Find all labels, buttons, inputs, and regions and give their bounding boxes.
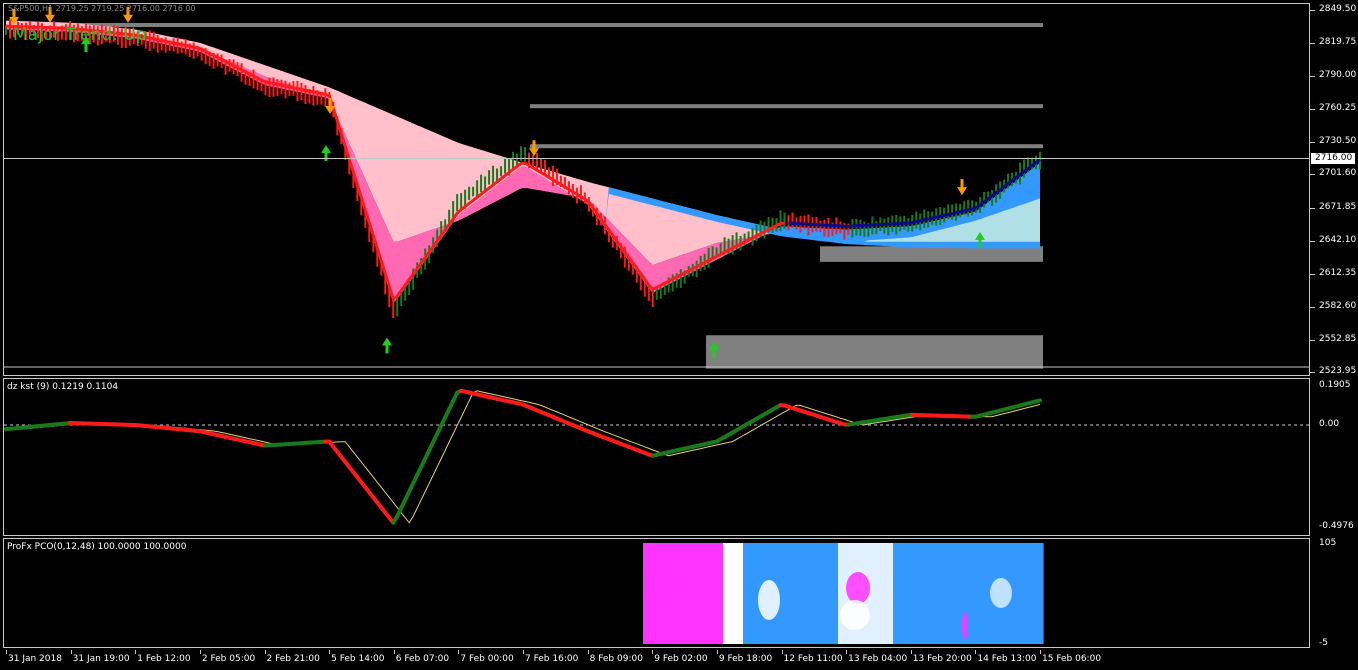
heatmap-cell xyxy=(898,543,904,644)
heatmap-cell xyxy=(968,543,974,644)
resistance-line xyxy=(530,144,1043,149)
pco-tick-label: 105 xyxy=(1319,538,1337,548)
chart-title: S&P500,H1 2719.25 2719.25 2716.00 2716.0… xyxy=(8,4,196,13)
heatmap-cell xyxy=(1033,543,1039,644)
support-zone xyxy=(706,335,1043,369)
chart-canvas[interactable] xyxy=(0,0,1358,670)
time-tick-label: 2 Feb 05:00 xyxy=(201,654,256,664)
time-tick-label: 8 Feb 09:00 xyxy=(589,654,643,664)
heatmap-cell xyxy=(953,543,959,644)
kst-signal-line xyxy=(6,390,1041,524)
heatmap-cell xyxy=(913,543,919,644)
time-tick-label: 7 Feb 16:00 xyxy=(525,654,579,664)
heatmap-cell xyxy=(1013,543,1019,644)
heatmap-cell xyxy=(798,543,804,644)
time-tick-label: 2 Feb 21:00 xyxy=(266,654,320,664)
heatmap-blob xyxy=(962,612,968,640)
resistance-line xyxy=(530,104,1043,109)
heatmap-cell xyxy=(678,543,684,644)
pco-label: ProFx PCO(0,12,48) 100.0000 100.0000 xyxy=(7,542,187,552)
time-tick-label: 9 Feb 18:00 xyxy=(718,654,773,664)
heatmap-cell xyxy=(643,543,649,644)
resistance-line xyxy=(6,23,1043,28)
time-tick-label: 31 Jan 2018 xyxy=(8,654,62,664)
heatmap-cell xyxy=(723,543,729,644)
time-tick-label: 14 Feb 13:00 xyxy=(977,654,1037,664)
heatmap-cell xyxy=(728,543,734,644)
heatmap-cell xyxy=(713,543,719,644)
heatmap-cell xyxy=(813,543,819,644)
heatmap-cell xyxy=(878,543,884,644)
heatmap-cell xyxy=(693,543,699,644)
heatmap-cell xyxy=(698,543,704,644)
heatmap-cell xyxy=(893,543,899,644)
heatmap-cell xyxy=(943,543,949,644)
heatmap-blob xyxy=(840,600,870,630)
heatmap-cell xyxy=(948,543,954,644)
support-zone xyxy=(820,246,1043,262)
heatmap-cell xyxy=(743,543,749,644)
heatmap-cell xyxy=(938,543,944,644)
heatmap-cell xyxy=(1023,543,1029,644)
heatmap-cell xyxy=(928,543,934,644)
heatmap-cell xyxy=(803,543,809,644)
heatmap-cell xyxy=(748,543,754,644)
time-tick-label: 9 Feb 02:00 xyxy=(654,654,708,664)
heatmap-cell xyxy=(933,543,939,644)
heatmap-cell xyxy=(1028,543,1034,644)
time-tick-label: 12 Feb 11:00 xyxy=(783,654,843,664)
time-tick-label: 15 Feb 06:00 xyxy=(1042,654,1102,664)
heatmap-cell xyxy=(973,543,979,644)
heatmap-cell xyxy=(828,543,834,644)
time-tick-label: 13 Feb 20:00 xyxy=(912,654,972,664)
heatmap-cell xyxy=(753,543,759,644)
heatmap-cell xyxy=(818,543,824,644)
heatmap-cell xyxy=(983,543,989,644)
heatmap-blob xyxy=(846,572,870,604)
heatmap-cell xyxy=(708,543,714,644)
heatmap-cell xyxy=(718,543,724,644)
heatmap-cell xyxy=(833,543,839,644)
time-tick-label: 5 Feb 14:00 xyxy=(331,654,385,664)
heatmap-cell xyxy=(908,543,914,644)
kst-label: dz kst (9) 0.1219 0.1104 xyxy=(7,382,119,392)
heatmap-cell xyxy=(823,543,829,644)
kst-tick-label: 0.1905 xyxy=(1319,380,1351,390)
heatmap-cell xyxy=(918,543,924,644)
kst-tick-label: -0.4976 xyxy=(1319,521,1354,531)
heatmap-cell xyxy=(873,543,879,644)
time-tick-label: 31 Jan 19:00 xyxy=(72,654,130,664)
heatmap-blob xyxy=(758,580,780,620)
heatmap-blob xyxy=(648,570,678,598)
heatmap-cell xyxy=(683,543,689,644)
heatmap-cell xyxy=(903,543,909,644)
heatmap-cell xyxy=(788,543,794,644)
pco-tick-label: -5 xyxy=(1319,638,1328,648)
heatmap-cell xyxy=(688,543,694,644)
heatmap-cell xyxy=(888,543,894,644)
heatmap-cell xyxy=(883,543,889,644)
heatmap-cell xyxy=(1018,543,1024,644)
heatmap-cell xyxy=(1038,543,1044,644)
time-tick-label: 7 Feb 00:00 xyxy=(460,654,514,664)
heatmap-cell xyxy=(793,543,799,644)
heatmap-cell xyxy=(808,543,814,644)
heatmap-cell xyxy=(783,543,789,644)
heatmap-cell xyxy=(838,543,844,644)
kst-tick-label: 0.00 xyxy=(1319,419,1340,430)
kst-scale: 0.1905 0.00 -0.4976 105 -5 xyxy=(1310,0,1358,670)
heatmap-cell xyxy=(978,543,984,644)
kst-line-segment xyxy=(1034,398,1042,404)
heatmap-cell xyxy=(703,543,709,644)
time-axis[interactable]: 31 Jan 2018 31 Jan 19:00 1 Feb 12:00 2 Feb … xyxy=(0,650,1358,670)
time-tick-label: 13 Feb 04:00 xyxy=(848,654,908,664)
heatmap-blob xyxy=(990,578,1012,608)
time-tick-label: 6 Feb 07:00 xyxy=(395,654,450,664)
heatmap-cell xyxy=(733,543,739,644)
heatmap-cell xyxy=(738,543,744,644)
major-trend-label: Major Trend: Up xyxy=(13,25,147,45)
time-tick-label: 1 Feb 12:00 xyxy=(137,654,191,664)
heatmap-cell xyxy=(923,543,929,644)
